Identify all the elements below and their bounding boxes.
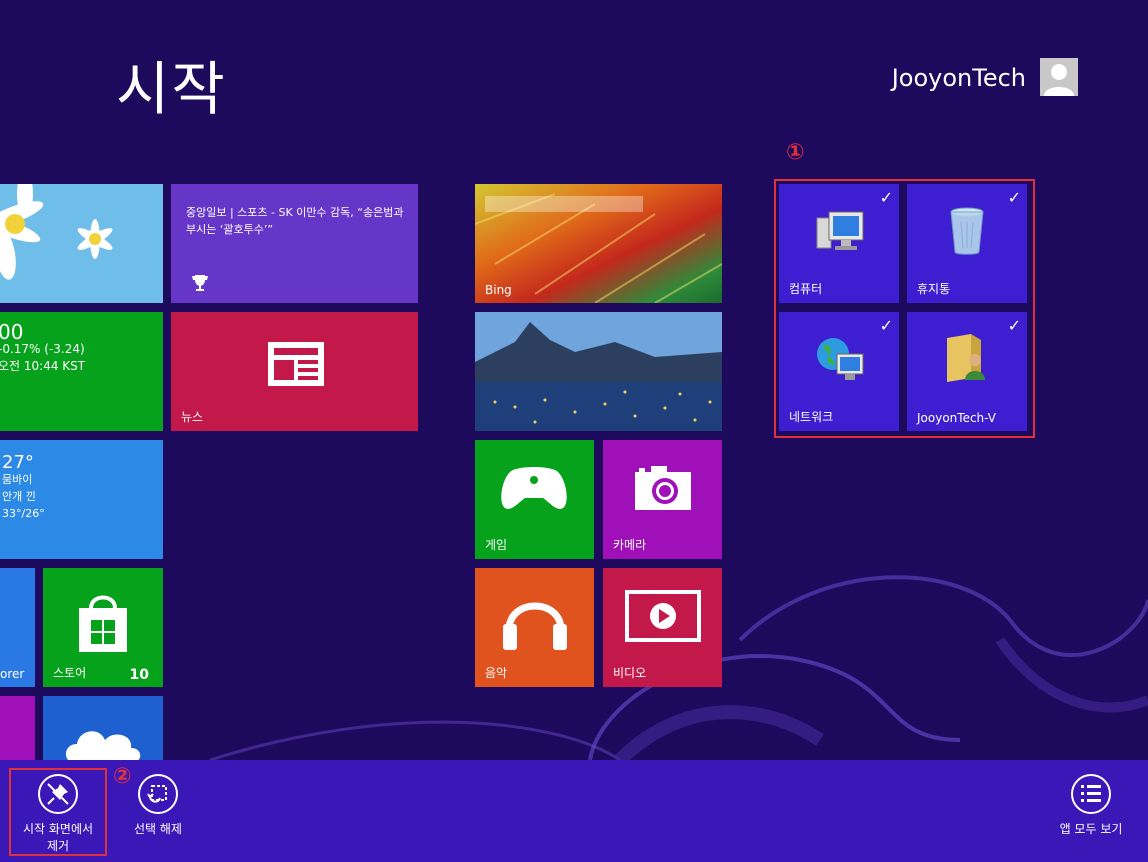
clear-selection-icon — [147, 785, 167, 803]
marker-1: ① — [786, 140, 805, 165]
tile-partial-purple[interactable] — [0, 696, 35, 760]
user-icon — [1044, 64, 1074, 96]
finance-time: 오전 10:44 KST — [0, 359, 86, 373]
tile-user-folder[interactable]: ✓ JooyonTech-V — [907, 312, 1027, 431]
tile-travel[interactable] — [475, 312, 722, 431]
checkmark-icon: ✓ — [879, 188, 893, 207]
tile-music[interactable]: 음악 — [475, 568, 594, 687]
finance-value: 00 — [0, 320, 24, 344]
recycle-bin-label: 휴지통 — [917, 282, 951, 296]
unpin-label-line1: 시작 화면에서 — [22, 822, 94, 836]
tile-finance[interactable]: 00 -0.17% (-3.24) 오전 10:44 KST — [0, 312, 163, 431]
camera-label: 카메라 — [613, 538, 647, 552]
news-label: 뉴스 — [181, 410, 204, 424]
unpin-icon — [47, 783, 69, 805]
cloud-icon — [66, 731, 141, 760]
clear-selection-label: 선택 해제 — [134, 822, 182, 836]
store-badge: 10 — [129, 667, 149, 683]
tile-bing[interactable]: Bing — [475, 184, 722, 303]
network-icon — [817, 338, 864, 380]
daisy-photo — [0, 184, 163, 303]
weather-city: 뭄바이 — [2, 473, 33, 486]
gamepad-icon — [501, 467, 567, 509]
tile-internet-explorer[interactable]: orer — [0, 568, 35, 687]
network-label: 네트워크 — [789, 410, 834, 424]
tile-recycle-bin[interactable]: ✓ 휴지통 — [907, 184, 1027, 303]
all-apps-button[interactable]: 앱 모두 보기 — [1048, 774, 1134, 837]
bing-photo — [475, 184, 722, 303]
music-label: 음악 — [485, 666, 508, 680]
tile-camera[interactable]: 카메라 — [603, 440, 722, 559]
tile-weather[interactable]: 27° 뭄바이 안개 낀 33°/26° — [0, 440, 163, 559]
tile-computer[interactable]: ✓ 컴퓨터 — [779, 184, 899, 303]
recycle-bin-icon — [950, 207, 984, 255]
all-apps-label: 앱 모두 보기 — [1059, 822, 1123, 836]
checkmark-icon: ✓ — [879, 316, 893, 335]
bing-label: Bing — [485, 283, 512, 297]
tile-games[interactable]: 게임 — [475, 440, 594, 559]
clear-selection-button[interactable]: 선택 해제 — [120, 774, 196, 837]
user-name[interactable]: JooyonTech — [892, 64, 1026, 92]
unpin-from-start-button[interactable]: 시작 화면에서 제거 — [12, 774, 104, 854]
trophy-icon — [192, 275, 208, 291]
page-title: 시작 — [116, 55, 227, 123]
user-folder-label: JooyonTech-V — [917, 411, 996, 425]
ie-label: orer — [0, 667, 25, 681]
checkmark-icon: ✓ — [1007, 316, 1021, 335]
weather-temp: 27° — [2, 452, 34, 473]
news-headline: 중앙일보 | 스포츠 - SK 이만수 감독, “송은범과 부시는 ‘괄호투수’… — [186, 206, 404, 236]
games-label: 게임 — [485, 538, 508, 552]
checkmark-icon: ✓ — [1007, 188, 1021, 207]
tile-network[interactable]: ✓ 네트워크 — [779, 312, 899, 431]
weather-range: 33°/26° — [2, 507, 45, 520]
tile-news-headline[interactable]: 중앙일보 | 스포츠 - SK 이만수 감독, “송은범과 부시는 ‘괄호투수’… — [171, 184, 418, 303]
tile-news[interactable]: 뉴스 — [171, 312, 418, 431]
finance-change: -0.17% (-3.24) — [0, 342, 85, 356]
computer-label: 컴퓨터 — [789, 282, 823, 296]
video-icon — [625, 590, 701, 642]
city-photo — [475, 312, 722, 431]
list-icon — [1081, 785, 1101, 802]
tile-video[interactable]: 비디오 — [603, 568, 722, 687]
store-bag-icon — [79, 595, 127, 652]
store-label: 스토어 — [53, 666, 87, 680]
computer-icon — [816, 211, 864, 250]
tile-photos[interactable] — [0, 184, 163, 303]
headphones-icon — [503, 602, 567, 650]
tile-skydrive[interactable] — [43, 696, 163, 760]
user-folder-icon — [947, 334, 985, 382]
video-label: 비디오 — [613, 666, 647, 680]
camera-icon — [635, 466, 691, 510]
tile-store[interactable]: 스토어 10 — [43, 568, 163, 687]
newspaper-icon — [268, 342, 324, 386]
avatar[interactable] — [1040, 58, 1078, 96]
weather-condition: 안개 낀 — [2, 490, 36, 503]
unpin-label-line2: 제거 — [46, 839, 70, 853]
